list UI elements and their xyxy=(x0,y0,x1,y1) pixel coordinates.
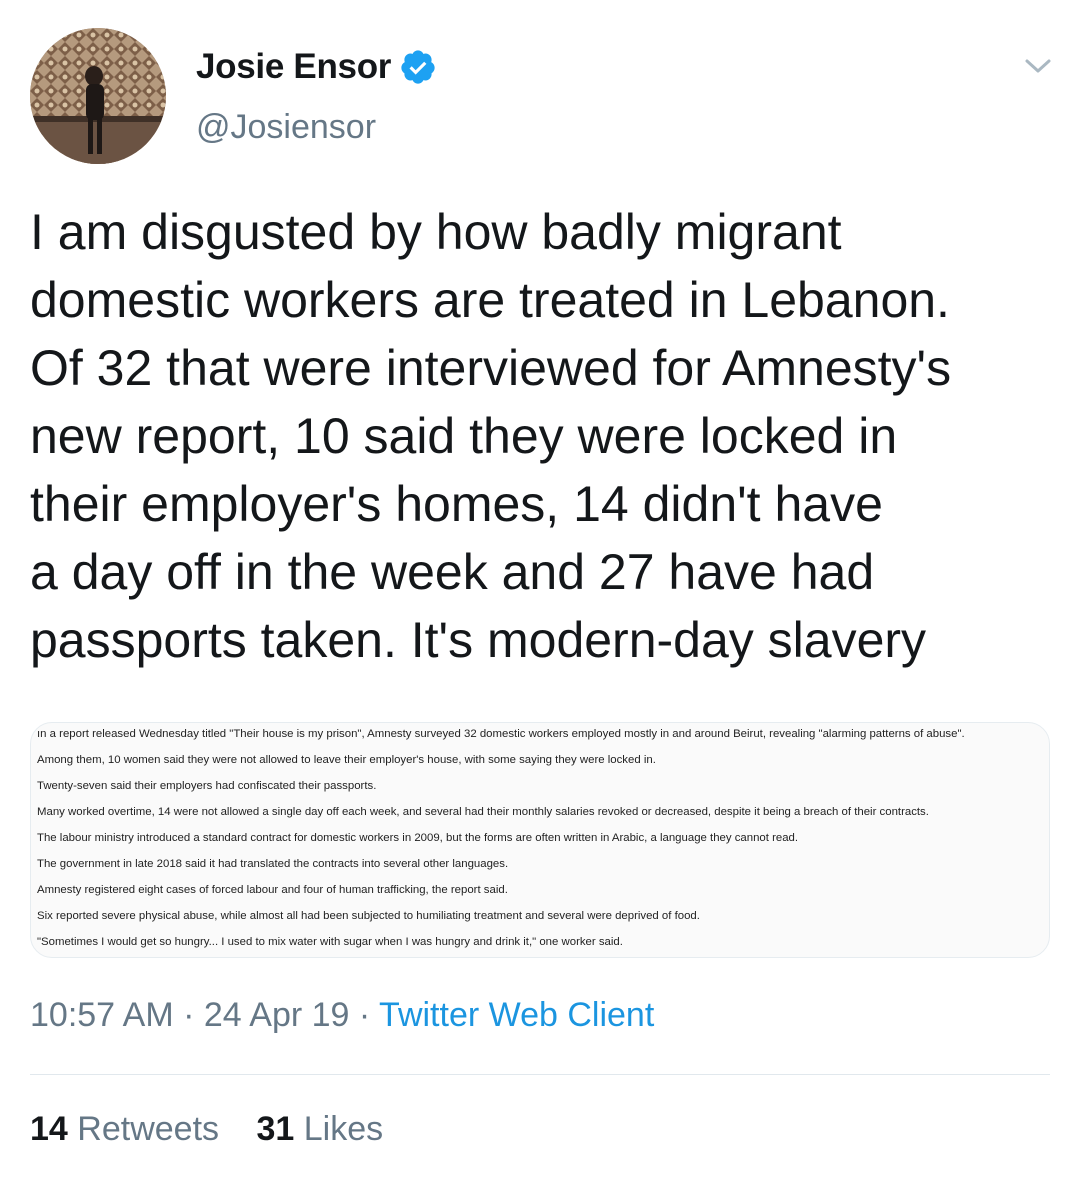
likes-stat[interactable]: 31 Likes xyxy=(256,1110,383,1148)
tweet-text-line: domestic workers are treated in Lebanon. xyxy=(30,272,950,328)
image-text-line: Six reported severe physical abuse, whil… xyxy=(37,910,700,922)
profile-photo xyxy=(30,28,166,164)
tweet-text: I am disgusted by how badly migrant dome… xyxy=(30,198,1060,674)
meta-separator: · xyxy=(173,996,204,1034)
attached-image[interactable]: ın a report released Wednesday titled "T… xyxy=(30,722,1050,958)
retweets-label: Retweets xyxy=(77,1110,220,1148)
tweet-meta: 10:57 AM · 24 Apr 19 · Twitter Web Clien… xyxy=(30,996,654,1035)
tweet-stats: 14 Retweets 31 Likes xyxy=(30,1110,411,1149)
tweet-text-line: passports taken. It's modern-day slavery xyxy=(30,612,927,668)
tweet-text-line: Of 32 that were interviewed for Amnesty'… xyxy=(30,340,952,396)
image-text-line: "Sometimes I would get so hungry... I us… xyxy=(37,936,623,948)
avatar[interactable] xyxy=(30,28,166,164)
image-text-line: The government in late 2018 said it had … xyxy=(37,858,509,870)
image-text-line: The labour ministry introduced a standar… xyxy=(37,832,799,844)
tweet-text-line: new report, 10 said they were locked in xyxy=(30,408,898,464)
meta-separator: · xyxy=(349,996,380,1034)
image-text-line: Amnesty registered eight cases of forced… xyxy=(37,884,508,896)
tweet-text-line: a day off in the week and 27 have had xyxy=(30,544,875,600)
image-text-line: ın a report released Wednesday titled "T… xyxy=(37,728,965,740)
user-handle[interactable]: @Josiensor xyxy=(196,108,376,147)
image-text-line: Twenty-seven said their employers had co… xyxy=(37,780,377,792)
image-text-line: Many worked overtime, 14 were not allowe… xyxy=(37,806,929,818)
tweet-text-line: I am disgusted by how badly migrant xyxy=(30,204,842,260)
display-name[interactable]: Josie Ensor xyxy=(196,47,391,87)
verified-badge-icon xyxy=(401,50,435,84)
likes-label: Likes xyxy=(303,1110,384,1148)
tweet-source-link[interactable]: Twitter Web Client xyxy=(379,996,654,1034)
tweet-time[interactable]: 10:57 AM xyxy=(30,996,174,1034)
likes-count: 31 xyxy=(256,1110,295,1148)
chevron-down-icon[interactable] xyxy=(1022,50,1054,82)
divider xyxy=(30,1074,1050,1075)
author-name-row[interactable]: Josie Ensor xyxy=(196,44,437,90)
retweets-stat[interactable]: 14 Retweets xyxy=(30,1110,219,1148)
tweet-date[interactable]: 24 Apr 19 xyxy=(204,996,350,1034)
tweet-text-line: their employer's homes, 14 didn't have xyxy=(30,476,883,532)
retweets-count: 14 xyxy=(30,1110,68,1148)
image-text-line: Among them, 10 women said they were not … xyxy=(37,754,656,766)
